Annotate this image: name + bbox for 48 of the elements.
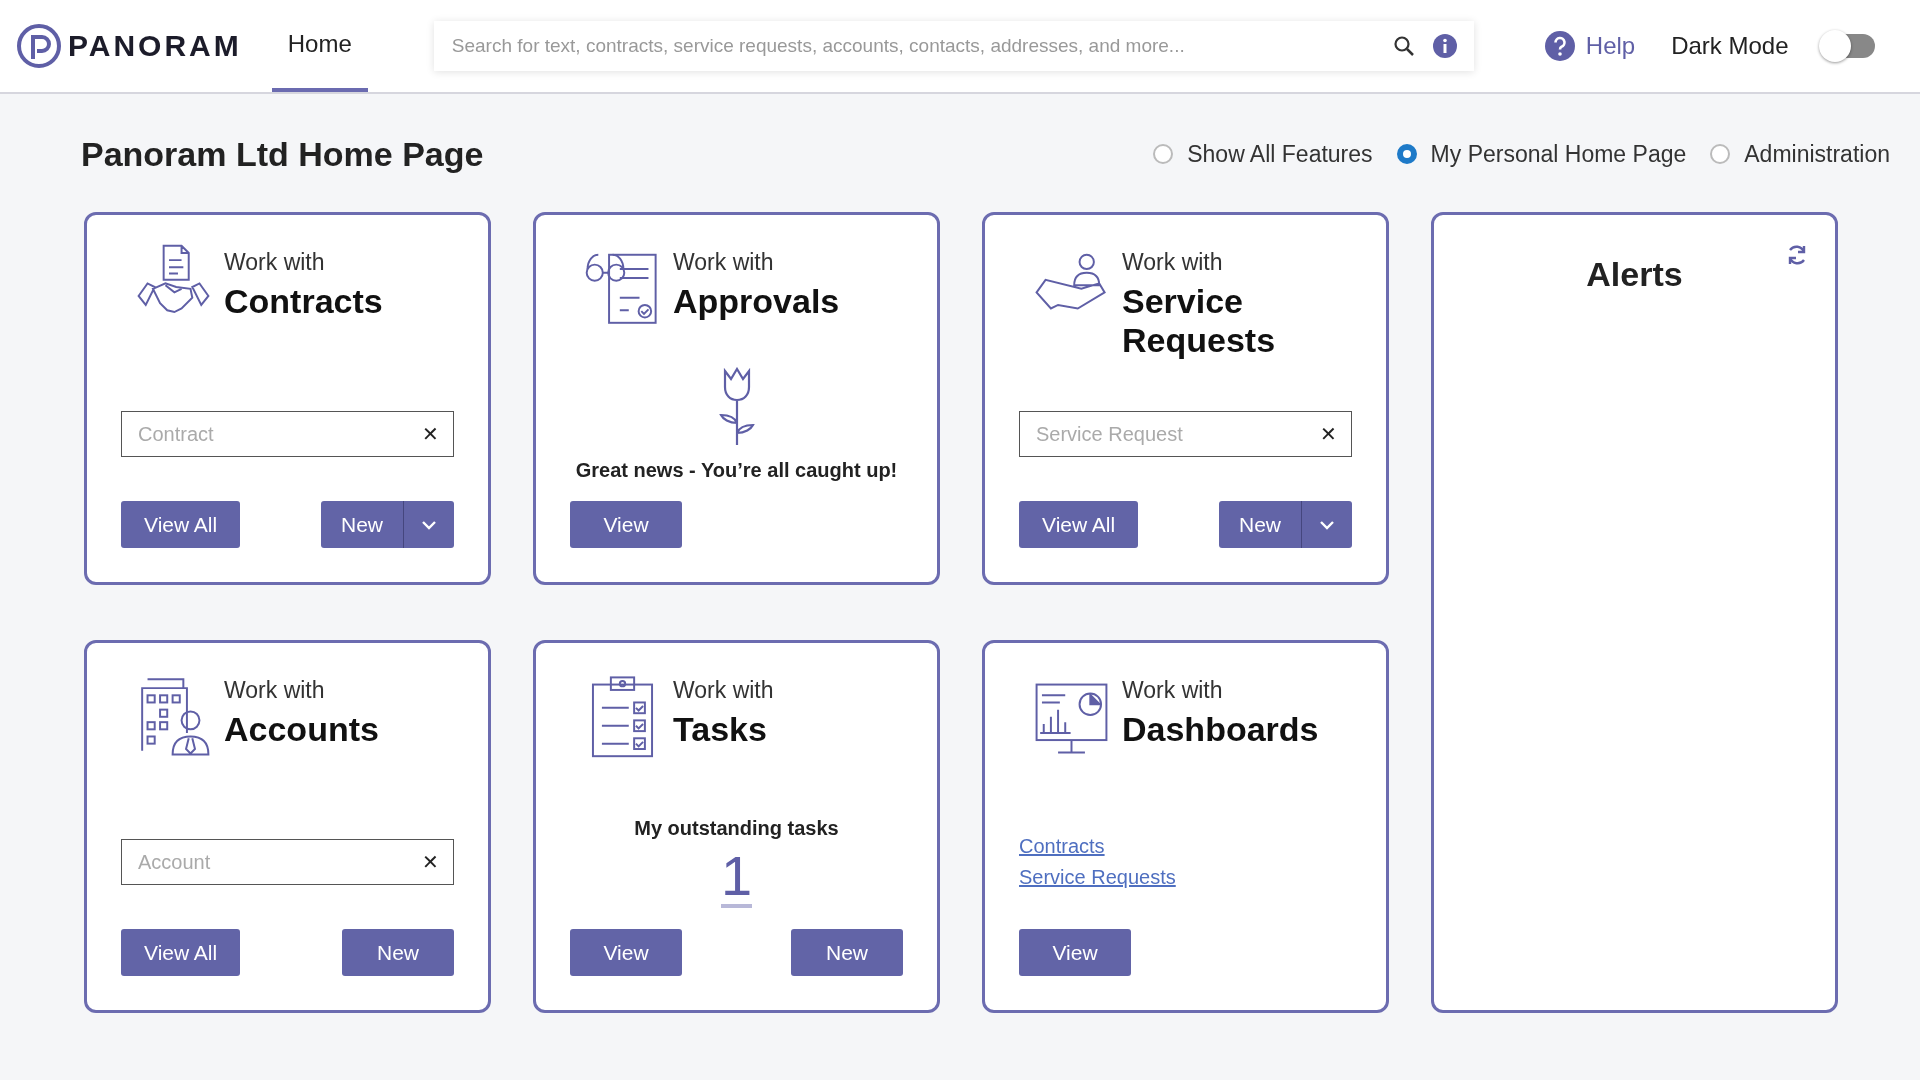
tasks-label: My outstanding tasks — [634, 816, 839, 840]
info-icon[interactable] — [1431, 33, 1458, 59]
card-button[interactable]: View — [570, 501, 682, 548]
logo-icon — [16, 23, 62, 69]
dark-mode-label: Dark Mode — [1671, 32, 1789, 60]
caret-icon[interactable] — [1318, 518, 1336, 531]
card-title: Service Requests — [1122, 282, 1277, 360]
card-button[interactable]: View All — [121, 929, 241, 976]
clear-button[interactable]: ✕ — [422, 422, 439, 446]
card-title: Accounts — [224, 710, 380, 749]
task-count-link[interactable]: 1 — [720, 847, 753, 908]
search-field[interactable]: Contract ✕ — [121, 411, 454, 457]
card-title: Tasks — [673, 710, 768, 749]
card-button[interactable]: View — [570, 929, 682, 976]
card-subtitle: Work with — [1122, 677, 1224, 704]
card-button[interactable]: New — [342, 929, 454, 976]
page-title: Panoram Ltd Home Page — [81, 134, 484, 174]
search-icon[interactable] — [1391, 34, 1416, 58]
card-button[interactable]: New — [791, 929, 903, 976]
card-button[interactable]: View — [1019, 929, 1131, 976]
new-split-button[interactable]: New — [321, 501, 454, 548]
card-subtitle: Work with — [673, 677, 775, 704]
view-option-radio[interactable]: My Personal Home Page — [1396, 140, 1687, 168]
clear-button[interactable]: ✕ — [422, 850, 439, 874]
card-subtitle: Work with — [673, 249, 775, 276]
card-subtitle: Work with — [1122, 249, 1224, 276]
alerts-title: Alerts — [1586, 255, 1683, 294]
logo-text: PANORAM — [68, 29, 242, 63]
clear-button[interactable]: ✕ — [1320, 422, 1337, 446]
card-subtitle: Work with — [224, 677, 326, 704]
search-field[interactable]: Service Request ✕ — [1019, 411, 1352, 457]
caret-icon[interactable] — [420, 518, 438, 531]
card-title: Contracts — [224, 282, 384, 321]
view-option-radio[interactable]: Show All Features — [1153, 140, 1373, 168]
help-link[interactable]: Help — [1543, 30, 1636, 62]
dashboard-link[interactable]: Service Requests — [1019, 866, 1176, 889]
card-title: Dashboards — [1122, 710, 1320, 749]
nav-tab[interactable]: Home — [271, 0, 368, 92]
status-message: Great news - You’re all caught up! — [575, 458, 898, 482]
help-icon — [1543, 30, 1576, 62]
card-button[interactable]: View All — [121, 501, 241, 548]
new-split-button[interactable]: New — [1219, 501, 1352, 548]
card-subtitle: Work with — [224, 249, 326, 276]
search-field[interactable]: Account ✕ — [121, 839, 454, 885]
card-title: Approvals — [673, 282, 841, 321]
view-option-radio[interactable]: Administration — [1710, 140, 1890, 168]
dashboard-link[interactable]: Contracts — [1019, 835, 1176, 858]
card-button[interactable]: View All — [1019, 501, 1139, 548]
